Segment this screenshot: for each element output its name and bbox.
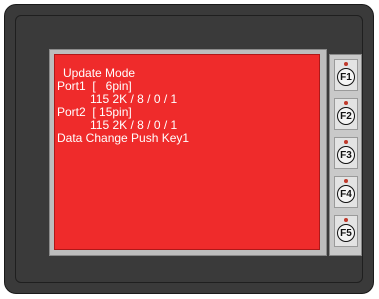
- f5-key[interactable]: F5: [334, 215, 358, 247]
- port1-settings: 115 2K / 8 / 0 / 1: [90, 92, 178, 106]
- f2-led-icon: [344, 101, 348, 105]
- f4-key-label: F4: [337, 185, 355, 203]
- f2-key[interactable]: F2: [334, 98, 358, 130]
- data-change-hint: Data Change Push Key1: [57, 131, 190, 145]
- f1-led-icon: [344, 62, 348, 66]
- port2-label: Port2 [ 15pin]: [57, 105, 132, 119]
- function-key-panel: F1 F2 F3 F4 F5: [329, 54, 362, 256]
- f4-key[interactable]: F4: [334, 176, 358, 208]
- f5-key-label: F5: [337, 224, 355, 242]
- f1-key-label: F1: [337, 68, 355, 86]
- f3-led-icon: [344, 140, 348, 144]
- f3-key-label: F3: [337, 146, 355, 164]
- mode-title: Update Mode: [63, 66, 136, 80]
- display-screen: Update Mode Port1 [ 6pin] 115 2K / 8 / 0…: [54, 54, 320, 250]
- port1-label: Port1 [ 6pin]: [57, 79, 132, 93]
- f1-key[interactable]: F1: [334, 59, 358, 91]
- f4-led-icon: [344, 179, 348, 183]
- port2-settings: 115 2K / 8 / 0 / 1: [90, 118, 178, 132]
- f2-key-label: F2: [337, 107, 355, 125]
- f3-key[interactable]: F3: [334, 137, 358, 169]
- f5-led-icon: [344, 218, 348, 222]
